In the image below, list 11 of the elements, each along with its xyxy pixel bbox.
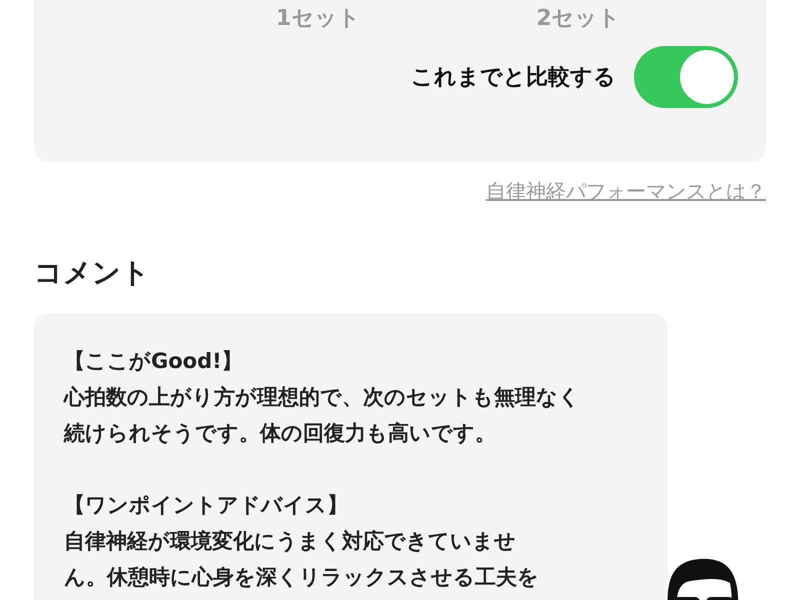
- comment-text: 心拍数の上がり方が理想的で、次のセットも無理なく: [64, 384, 581, 411]
- comment-text: 自律神経が環境変化にうまく対応できていませ: [64, 528, 517, 555]
- compare-label: これまでと比較する: [411, 64, 616, 92]
- set-label: 1セット: [276, 5, 360, 33]
- help-link[interactable]: 自律神経パフォーマンスとは？: [486, 178, 766, 205]
- set-label: 2セット: [536, 5, 621, 33]
- section-title: 【ワンポイントアドバイス】: [64, 492, 349, 519]
- section-title: 【ここがGood!】: [64, 348, 244, 375]
- comment-heading: コメント: [34, 255, 151, 291]
- comment-text: 続けられそうです。体の回復力も高いです。: [64, 420, 497, 447]
- comment-text: ん。休憩時に心身を深くリラックスさせる工夫を: [64, 564, 540, 591]
